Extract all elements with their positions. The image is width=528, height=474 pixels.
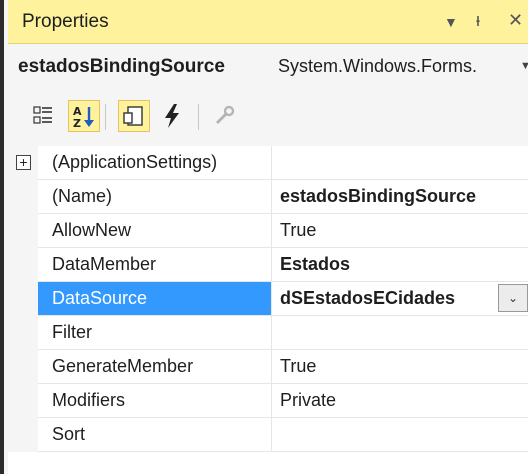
row-gutter (8, 282, 38, 316)
property-row[interactable]: + (ApplicationSettings) (8, 146, 528, 180)
properties-icon (123, 106, 143, 126)
row-gutter (8, 214, 38, 248)
property-grid: + (ApplicationSettings) (Name) estadosBi… (8, 146, 528, 474)
events-button[interactable] (156, 100, 188, 132)
property-row[interactable]: AllowNew True (8, 214, 528, 248)
property-row[interactable]: GenerateMember True (8, 350, 528, 384)
property-value[interactable]: Estados (272, 248, 528, 281)
property-row[interactable]: Modifiers Private (8, 384, 528, 418)
pin-icon[interactable]: ᵻ (476, 8, 480, 32)
row-gutter (8, 248, 38, 282)
categorized-icon (33, 106, 52, 124)
svg-text:Z: Z (73, 117, 81, 130)
row-gutter (8, 180, 38, 214)
toolbar-separator (198, 104, 199, 130)
row-gutter (8, 384, 38, 418)
property-value[interactable] (272, 146, 528, 179)
row-gutter (8, 418, 38, 452)
property-name[interactable]: Modifiers (38, 384, 272, 417)
property-row[interactable]: DataMember Estados (8, 248, 528, 282)
property-value[interactable]: True (272, 214, 528, 247)
properties-view-button[interactable] (118, 100, 150, 132)
property-name[interactable]: Sort (38, 418, 272, 451)
property-value[interactable] (272, 418, 528, 451)
row-gutter (8, 350, 38, 384)
property-name[interactable]: GenerateMember (38, 350, 272, 383)
property-value[interactable] (272, 316, 528, 349)
toolbar-separator (105, 104, 106, 130)
object-name: estadosBindingSource (18, 56, 225, 77)
alphabetical-icon: A Z (73, 105, 94, 130)
property-name[interactable]: AllowNew (38, 214, 272, 247)
window-title: Properties (22, 11, 109, 32)
wrench-icon (215, 105, 235, 125)
property-name[interactable]: DataSource (38, 282, 272, 315)
expand-plus-icon[interactable]: + (16, 154, 31, 170)
property-value[interactable]: Private (272, 384, 528, 417)
object-selector[interactable]: estadosBindingSource System.Windows.Form… (8, 46, 528, 88)
properties-window: Properties ▼ ᵻ ✕ estadosBindingSource Sy… (0, 0, 528, 474)
categorized-button[interactable] (28, 100, 60, 132)
property-row[interactable]: (Name) estadosBindingSource (8, 180, 528, 214)
property-row[interactable]: Sort (8, 418, 528, 452)
dropdown-arrow-icon[interactable]: ▼ (444, 10, 458, 34)
row-gutter (8, 316, 38, 350)
property-value[interactable]: dSEstadosECidades (272, 282, 528, 315)
toolbar: A Z (8, 92, 528, 142)
property-value[interactable]: estadosBindingSource (272, 180, 528, 213)
property-value[interactable]: True (272, 350, 528, 383)
close-icon[interactable]: ✕ (508, 8, 523, 32)
property-name[interactable]: (Name) (38, 180, 272, 213)
row-gutter: + (8, 146, 38, 180)
title-bar[interactable]: Properties ▼ ᵻ ✕ (8, 0, 528, 44)
chevron-down-icon[interactable]: ▼ (520, 60, 528, 72)
alphabetical-button[interactable]: A Z (68, 100, 100, 132)
property-row-selected[interactable]: DataSource dSEstadosECidades ⌄ (8, 282, 528, 316)
object-type: System.Windows.Forms. (278, 56, 478, 76)
property-pages-button (208, 100, 240, 132)
property-name[interactable]: Filter (38, 316, 272, 349)
property-row[interactable]: Filter (8, 316, 528, 350)
property-name[interactable]: (ApplicationSettings) (38, 146, 272, 179)
events-icon (165, 104, 179, 128)
property-name[interactable]: DataMember (38, 248, 272, 281)
chevron-down-icon[interactable]: ⌄ (498, 284, 528, 312)
